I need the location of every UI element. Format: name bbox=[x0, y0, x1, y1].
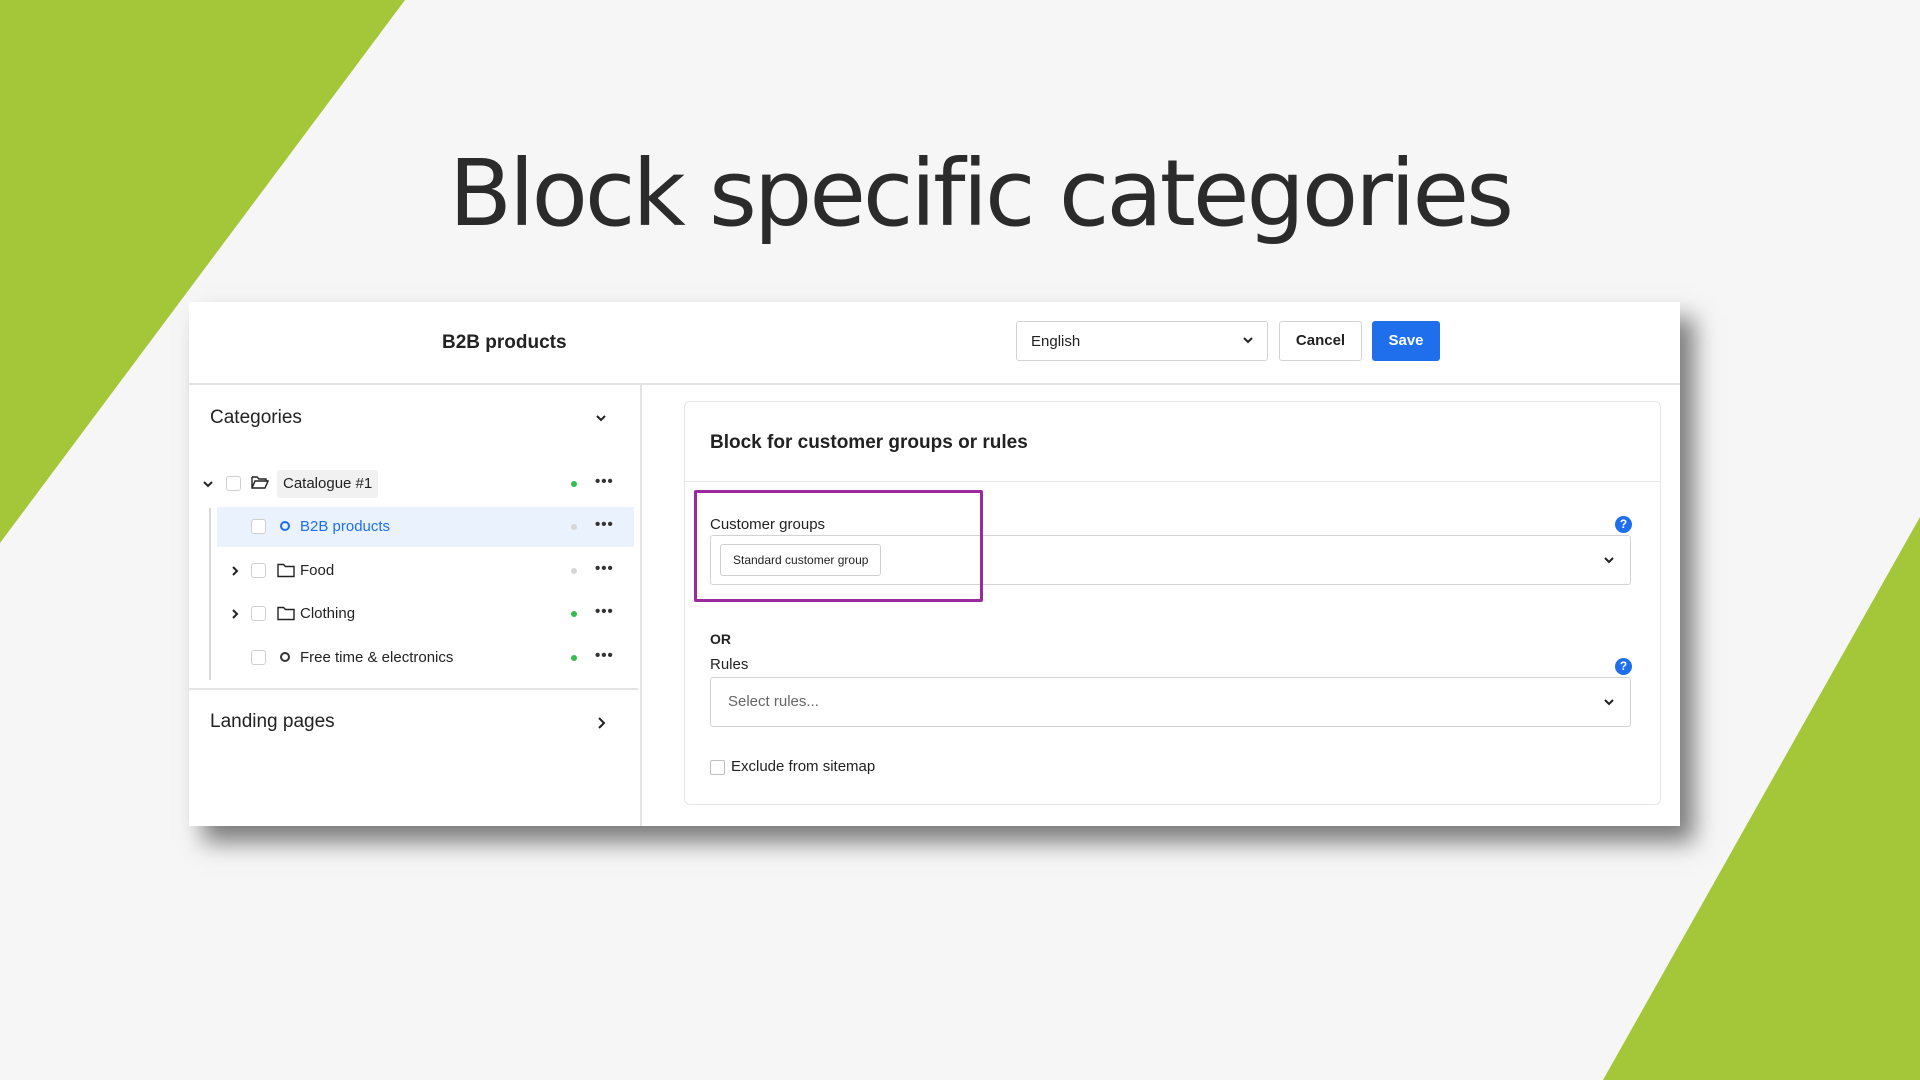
exclude-sitemap-checkbox[interactable] bbox=[710, 760, 725, 775]
tree-row-b2b-products[interactable]: B2B products ••• bbox=[217, 507, 634, 547]
more-options-icon[interactable]: ••• bbox=[595, 516, 614, 533]
status-dot bbox=[571, 655, 577, 661]
block-settings-card: Block for customer groups or rules Custo… bbox=[684, 401, 1661, 805]
or-label: OR bbox=[710, 631, 731, 647]
more-options-icon[interactable]: ••• bbox=[595, 560, 614, 577]
status-dot bbox=[571, 524, 577, 530]
tree-checkbox[interactable] bbox=[251, 563, 266, 578]
slide-title: Block specific categories bbox=[448, 140, 1514, 247]
page-title: B2B products bbox=[442, 332, 567, 353]
chevron-down-icon bbox=[1241, 333, 1255, 351]
cancel-button[interactable]: Cancel bbox=[1279, 321, 1362, 361]
folder-open-icon bbox=[251, 475, 270, 494]
folder-icon bbox=[277, 606, 295, 625]
status-dot bbox=[571, 481, 577, 487]
language-value: English bbox=[1031, 333, 1081, 350]
save-button[interactable]: Save bbox=[1372, 321, 1440, 361]
top-bar: B2B products English Cancel Save bbox=[189, 302, 1680, 385]
rules-select[interactable]: Select rules... bbox=[710, 677, 1631, 727]
sidebar-divider bbox=[189, 688, 638, 690]
chevron-right-icon[interactable] bbox=[229, 564, 241, 581]
app-window: B2B products English Cancel Save Categor… bbox=[189, 302, 1680, 826]
bullet-icon bbox=[280, 652, 290, 662]
tree-row-free-time-electronics[interactable]: Free time & electronics ••• bbox=[189, 638, 634, 678]
folder-icon bbox=[277, 563, 295, 582]
rules-placeholder: Select rules... bbox=[728, 693, 819, 710]
chevron-right-icon[interactable] bbox=[229, 607, 241, 624]
more-options-icon[interactable]: ••• bbox=[595, 647, 614, 664]
tree-checkbox[interactable] bbox=[251, 650, 266, 665]
card-title: Block for customer groups or rules bbox=[710, 432, 1028, 453]
tree-row-catalogue[interactable]: Catalogue #1 ••• bbox=[189, 464, 634, 504]
tree-row-clothing[interactable]: Clothing ••• bbox=[189, 594, 634, 634]
help-icon[interactable]: ? bbox=[1615, 658, 1632, 675]
tree-label: B2B products bbox=[300, 518, 391, 535]
status-dot bbox=[571, 568, 577, 574]
tree-label: Clothing bbox=[300, 605, 356, 622]
categories-title: Categories bbox=[210, 407, 302, 428]
tree-label: Catalogue #1 bbox=[277, 470, 379, 498]
tree-label: Food bbox=[300, 562, 335, 579]
tree-checkbox[interactable] bbox=[251, 606, 266, 621]
more-options-icon[interactable]: ••• bbox=[595, 473, 614, 490]
chevron-down-icon bbox=[1602, 553, 1616, 571]
language-select[interactable]: English bbox=[1016, 321, 1268, 361]
landing-pages-title[interactable]: Landing pages bbox=[210, 711, 335, 733]
chevron-down-icon[interactable] bbox=[202, 477, 214, 494]
sidebar: Categories Catalogue #1 ••• B2B products… bbox=[189, 385, 642, 826]
chevron-down-icon[interactable] bbox=[594, 411, 608, 429]
exclude-sitemap-label: Exclude from sitemap bbox=[731, 758, 876, 775]
chevron-down-icon bbox=[1602, 695, 1616, 713]
highlight-annotation-box bbox=[694, 490, 983, 602]
tree-label: Free time & electronics bbox=[300, 649, 454, 666]
status-dot bbox=[571, 611, 577, 617]
card-divider bbox=[685, 481, 1660, 482]
tree-checkbox[interactable] bbox=[226, 476, 241, 491]
help-icon[interactable]: ? bbox=[1615, 516, 1632, 533]
chevron-right-icon[interactable] bbox=[596, 716, 608, 734]
rules-label: Rules bbox=[710, 656, 749, 673]
tree-checkbox[interactable] bbox=[251, 519, 266, 534]
bullet-icon bbox=[280, 521, 290, 531]
more-options-icon[interactable]: ••• bbox=[595, 603, 614, 620]
tree-row-food[interactable]: Food ••• bbox=[189, 551, 634, 591]
